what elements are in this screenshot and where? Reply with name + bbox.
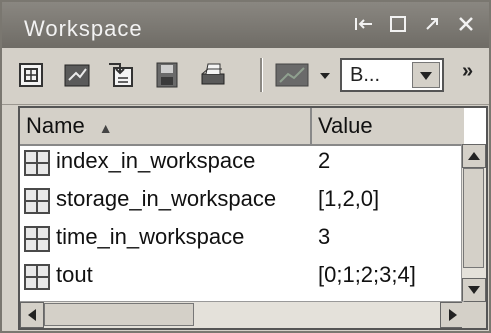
table-row[interactable]: time_in_workspace 3 [20,220,464,258]
table-header: Name ▲ Value [20,108,464,146]
save-icon[interactable] [152,60,182,90]
print-icon[interactable] [198,60,228,90]
undock-icon[interactable] [352,12,376,36]
variable-grid-icon [24,188,50,214]
scroll-left-button[interactable] [20,302,44,328]
vertical-scroll-thumb[interactable] [463,168,484,268]
vertical-scrollbar[interactable] [461,144,486,302]
toolbar-overflow-button[interactable]: » [462,60,473,83]
variable-name: storage_in_workspace [56,186,277,211]
plot-icon[interactable] [274,60,310,90]
variable-value: [0;1;2;3;4] [318,262,416,287]
horizontal-scroll-thumb[interactable] [44,303,194,326]
horizontal-scrollbar[interactable] [20,301,464,328]
plot-dropdown-icon[interactable] [318,60,332,90]
open-variable-icon[interactable] [62,60,92,90]
chevron-down-icon[interactable] [412,62,440,88]
variable-name: time_in_workspace [56,224,245,249]
plot-select-value: B... [350,64,381,86]
variable-value: [1,2,0] [318,186,380,211]
column-header-name-label: Name [26,113,85,138]
window-title: Workspace [24,16,143,41]
column-header-value[interactable]: Value [312,108,464,144]
variable-name: tout [56,262,93,287]
arrow-out-icon[interactable] [420,12,444,36]
table-row[interactable]: tout [0;1;2;3;4] [20,258,464,296]
variable-name: index_in_workspace [56,148,256,173]
title-bar[interactable]: Workspace [2,2,489,48]
plot-select-combo[interactable]: B... [340,58,444,92]
sort-ascending-icon: ▲ [98,120,113,136]
variable-grid-icon [24,264,50,290]
scroll-right-button[interactable] [440,302,464,328]
scroll-down-button[interactable] [462,278,486,302]
scrollbar-corner [462,302,486,328]
column-header-name[interactable]: Name ▲ [20,108,312,144]
workspace-window: Workspace B... » Name ▲ Value index_in_w… [0,0,491,333]
table-row[interactable]: storage_in_workspace [1,2,0] [20,182,464,220]
maximize-icon[interactable] [386,12,410,36]
close-icon[interactable] [454,12,478,36]
variable-value: 3 [318,224,331,249]
scroll-up-button[interactable] [462,144,486,168]
toolbar-separator [260,58,263,92]
new-variable-icon[interactable] [16,60,46,90]
table-row[interactable]: index_in_workspace 2 [20,144,464,182]
variable-value: 2 [318,148,331,173]
workspace-toolbar: B... » [2,48,489,105]
variable-grid-icon [24,226,50,252]
import-data-icon[interactable] [106,60,136,90]
variables-table: Name ▲ Value index_in_workspace 2 storage… [18,106,488,330]
variable-grid-icon [24,150,50,176]
